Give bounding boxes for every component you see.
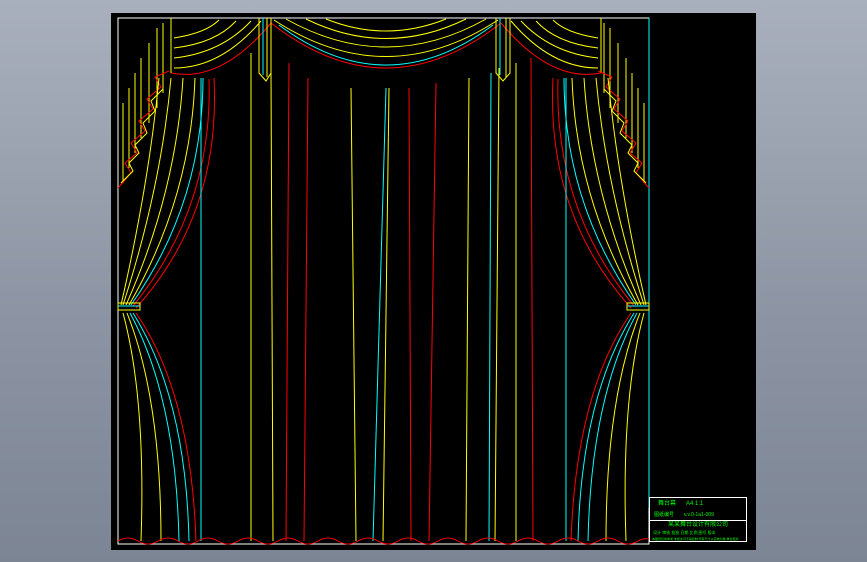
drawing-title: 舞台幕 — [658, 501, 677, 507]
valance-swags — [170, 18, 602, 82]
title-block: 舞台幕 A4 1:1 图纸编号 v.v.0-1a1-009 某某舞台设计有限公司 设… — [649, 497, 747, 542]
drawing-number-label: 图纸编号 — [654, 512, 675, 518]
drawing-number: v.v.0-1a1-009 — [684, 512, 714, 518]
curtain-drawing — [117, 17, 650, 545]
drape-pleats — [250, 53, 534, 542]
left-curtain-panel — [117, 77, 216, 542]
sheet-scale: A4 1:1 — [686, 501, 704, 507]
right-cascade — [597, 23, 650, 189]
right-curtain-panel — [551, 77, 650, 542]
drawing-border — [117, 17, 650, 545]
cad-model-viewport[interactable]: 舞台幕 A4 1:1 图纸编号 v.v.0-1a1-009 某某舞台设计有限公司 设… — [111, 13, 756, 550]
title-block-row-2: 图纸编号 v.v.0-1a1-009 — [650, 510, 746, 521]
drawing-notes: 本图纸仅供参考 未经许可不得复制 所有尺寸以实物为准 单位毫米 — [652, 537, 739, 541]
title-block-row-1: 舞台幕 A4 1:1 — [650, 499, 746, 510]
company-name: 某某舞台设计有限公司 — [667, 522, 728, 528]
left-cascade — [117, 23, 170, 189]
